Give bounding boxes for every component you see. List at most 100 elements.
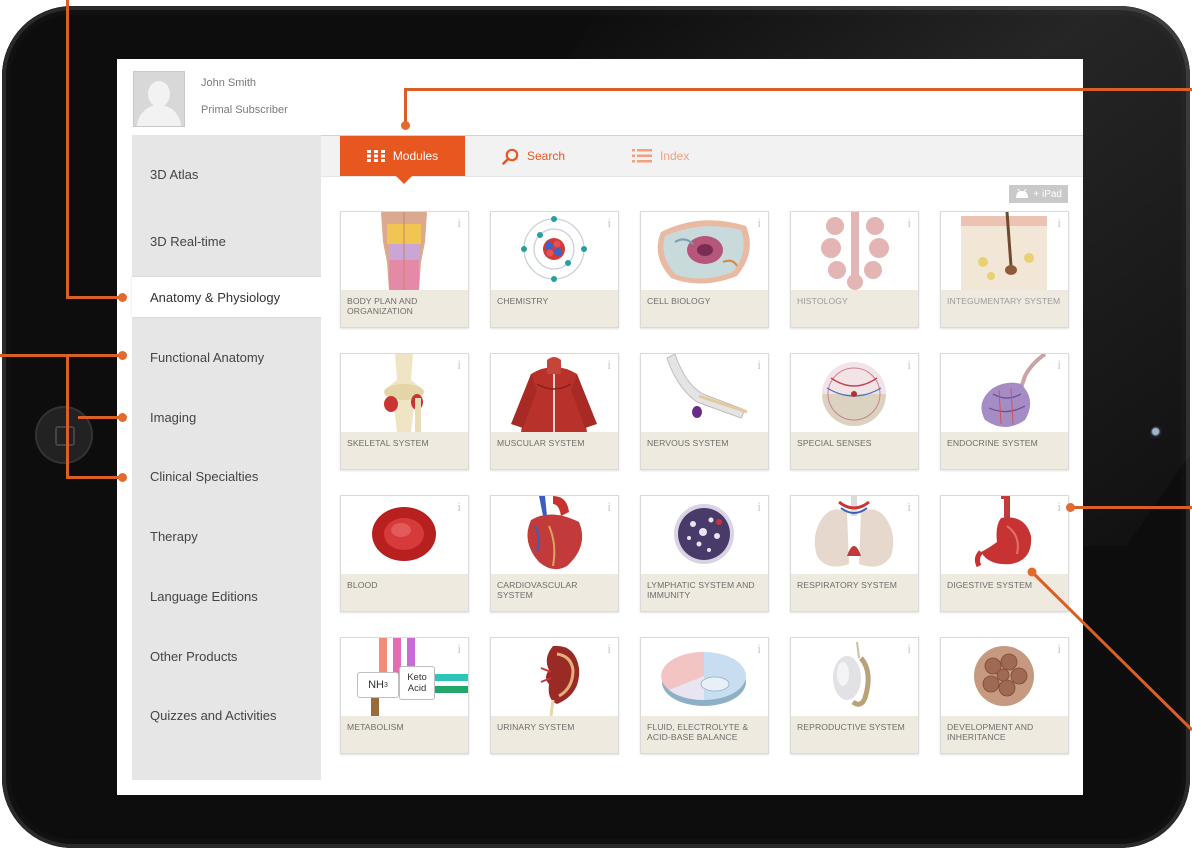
module-card-label: INTEGUMENTARY SYSTEM: [941, 290, 1068, 327]
module-card-histology[interactable]: i HISTOLOGY: [790, 211, 919, 328]
module-card-label: LYMPHATIC SYSTEM AND IMMUNITY: [641, 574, 768, 611]
info-icon[interactable]: i: [457, 215, 461, 231]
search-icon: [502, 148, 519, 165]
camera-icon: [1150, 426, 1164, 440]
app-screen: John Smith Primal Subscriber 3D Atlas 3D…: [117, 59, 1083, 795]
module-card-label: CHEMISTRY: [491, 290, 618, 327]
keto-label: Keto: [407, 672, 427, 683]
sidebar-item-quizzes[interactable]: Quizzes and Activities: [132, 695, 321, 735]
module-card-label: BODY PLAN AND ORGANIZATION: [341, 290, 468, 327]
module-card-label: HISTOLOGY: [791, 290, 918, 327]
info-icon[interactable]: i: [607, 499, 611, 515]
module-card-label: CELL BIOLOGY: [641, 290, 768, 327]
user-role: Primal Subscriber: [201, 104, 288, 116]
info-icon[interactable]: i: [1057, 215, 1061, 231]
module-card-fluid-electrolyte[interactable]: i FLUID, ELECTROLYTE & ACID-BASE BALANCE: [640, 637, 769, 754]
heart-image: [491, 496, 618, 574]
avatar: [133, 71, 185, 127]
histology-image: [791, 212, 918, 290]
module-card-nervous[interactable]: i NERVOUS SYSTEM: [640, 353, 769, 470]
module-card-label: ENDOCRINE SYSTEM: [941, 432, 1068, 469]
home-square-icon: [55, 426, 75, 446]
user-name: John Smith: [201, 77, 257, 89]
sidebar-item-therapy[interactable]: Therapy: [132, 516, 321, 556]
lungs-image: [791, 496, 918, 574]
info-icon[interactable]: i: [1057, 357, 1061, 373]
module-card-reproductive[interactable]: i REPRODUCTIVE SYSTEM: [790, 637, 919, 754]
module-card-special-senses[interactable]: i SPECIAL SENSES: [790, 353, 919, 470]
body-plan-image: [341, 212, 468, 290]
android-icon: [1015, 189, 1029, 199]
grid-icon: [366, 150, 385, 162]
home-button[interactable]: [35, 406, 93, 464]
fluid-pie-image: [641, 638, 768, 716]
tab-search[interactable]: Search: [502, 136, 565, 176]
eye-image: [791, 354, 918, 432]
info-icon[interactable]: i: [757, 499, 761, 515]
tab-modules[interactable]: Modules: [340, 136, 465, 176]
module-card-body-plan[interactable]: i BODY PLAN AND ORGANIZATION: [340, 211, 469, 328]
module-card-label: SPECIAL SENSES: [791, 432, 918, 469]
info-icon[interactable]: i: [457, 357, 461, 373]
module-card-label: METABOLISM: [341, 716, 468, 753]
nh3-subscript: 3: [383, 681, 388, 689]
testis-image: [791, 638, 918, 716]
module-card-cardiovascular[interactable]: i CARDIOVASCULAR SYSTEM: [490, 495, 619, 612]
module-card-respiratory[interactable]: i RESPIRATORY SYSTEM: [790, 495, 919, 612]
info-icon[interactable]: i: [907, 641, 911, 657]
gland-image: [941, 354, 1068, 432]
sidebar-item-3d-real-time[interactable]: 3D Real-time: [132, 213, 321, 269]
module-card-urinary[interactable]: i URINARY SYSTEM: [490, 637, 619, 754]
module-card-label: CARDIOVASCULAR SYSTEM: [491, 574, 618, 611]
module-card-label: REPRODUCTIVE SYSTEM: [791, 716, 918, 753]
keto-acid-box: Keto Acid: [399, 666, 435, 700]
info-icon[interactable]: i: [607, 215, 611, 231]
info-icon[interactable]: i: [757, 641, 761, 657]
module-card-label: NERVOUS SYSTEM: [641, 432, 768, 469]
sidebar-item-other-products[interactable]: Other Products: [132, 636, 321, 676]
module-card-muscular[interactable]: i MUSCULAR SYSTEM: [490, 353, 619, 470]
module-card-label: BLOOD: [341, 574, 468, 611]
info-icon[interactable]: i: [757, 215, 761, 231]
module-card-endocrine[interactable]: i ENDOCRINE SYSTEM: [940, 353, 1069, 470]
tab-modules-label: Modules: [392, 149, 439, 163]
acid-label: Acid: [407, 683, 427, 694]
info-icon[interactable]: i: [1057, 499, 1061, 515]
module-card-skeletal[interactable]: i SKELETAL SYSTEM: [340, 353, 469, 470]
nh3-label: NH: [368, 679, 384, 691]
module-card-lymphatic[interactable]: i LYMPHATIC SYSTEM AND IMMUNITY: [640, 495, 769, 612]
active-tab-pointer: [396, 176, 412, 184]
info-icon[interactable]: i: [757, 357, 761, 373]
sidebar-item-imaging[interactable]: Imaging: [132, 397, 321, 437]
module-card-label: FLUID, ELECTROLYTE & ACID-BASE BALANCE: [641, 716, 768, 753]
tab-bar: Modules Search Index: [321, 136, 1083, 177]
module-card-cell-biology[interactable]: i CELL BIOLOGY: [640, 211, 769, 328]
module-card-label: MUSCULAR SYSTEM: [491, 432, 618, 469]
tab-index[interactable]: Index: [632, 136, 689, 176]
info-icon[interactable]: i: [607, 641, 611, 657]
module-card-label: URINARY SYSTEM: [491, 716, 618, 753]
tab-index-label: Index: [660, 149, 690, 163]
lymphocyte-image: [641, 496, 768, 574]
sidebar-item-clinical-specialties[interactable]: Clinical Specialties: [132, 456, 321, 496]
info-icon[interactable]: i: [457, 499, 461, 515]
info-icon[interactable]: i: [607, 357, 611, 373]
module-card-integumentary[interactable]: i INTEGUMENTARY SYSTEM: [940, 211, 1069, 328]
module-card-metabolism[interactable]: NH 3 Keto Acid i METABOLISM: [340, 637, 469, 754]
sidebar-item-3d-atlas[interactable]: 3D Atlas: [132, 135, 321, 213]
cell-image: [641, 212, 768, 290]
sidebar-item-anatomy-physiology[interactable]: Anatomy & Physiology: [132, 277, 322, 317]
info-icon[interactable]: i: [907, 499, 911, 515]
module-card-chemistry[interactable]: i CHEMISTRY: [490, 211, 619, 328]
skin-image: [941, 212, 1068, 290]
module-card-label: SKELETAL SYSTEM: [341, 432, 468, 469]
info-icon[interactable]: i: [907, 215, 911, 231]
sidebar-item-functional-anatomy[interactable]: Functional Anatomy: [132, 337, 321, 377]
red-blood-cell-image: [341, 496, 468, 574]
platform-badge-label: + iPad: [1033, 188, 1062, 200]
module-card-blood[interactable]: i BLOOD: [340, 495, 469, 612]
atom-image: [491, 212, 618, 290]
info-icon[interactable]: i: [907, 357, 911, 373]
sidebar-item-language-editions[interactable]: Language Editions: [132, 576, 321, 616]
info-icon[interactable]: i: [457, 641, 461, 657]
